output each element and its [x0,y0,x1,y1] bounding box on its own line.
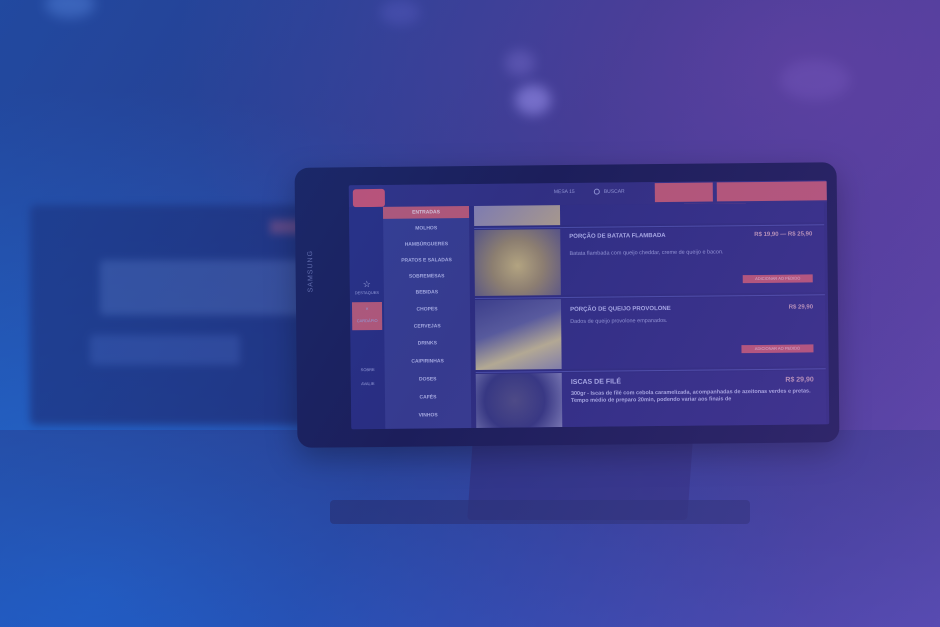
app-sidebar: ☆ DESTAQUES ✕ CARDÁPIO SOBRE AVALIE [348,206,386,430]
sidebar-item-destaques[interactable]: ☆ DESTAQUES [350,279,384,295]
search-icon [593,188,600,195]
fork-knife-icon: ✕ [365,306,369,312]
menu-item-molhos[interactable]: MOLHOS [383,225,469,232]
table-number: MESA 15 [553,188,575,196]
dish-photo [474,299,562,370]
bg-tablet-banner [100,260,310,315]
sidebar-item-label: DESTAQUES [354,289,380,296]
dish-photo [475,373,563,428]
menu-item-entradas[interactable]: ENTRADAS [382,206,470,219]
tablet-screen: MESA 15 BUSCAR ☆ DESTAQUES ✕ CARDÁPIO SO… [348,180,830,430]
dish-card-partial [473,202,825,226]
restaurant-logo[interactable] [352,188,385,208]
sidebar-item-avalie[interactable]: AVALIE [351,381,385,386]
dish-price: R$ 19,90 — R$ 25,90 [754,231,813,239]
sidebar-item-cardapio[interactable]: ✕ CARDÁPIO [351,301,383,331]
dish-card[interactable]: PORÇÃO DE QUEIJO PROVOLONE R$ 29,90 Dado… [474,296,826,370]
dish-description: 300gr - Iscas de filé com cebola caramel… [570,388,811,404]
dish-photo [473,205,561,226]
dish-price: R$ 29,90 [788,304,814,311]
sidebar-item-sobre[interactable]: SOBRE [351,367,385,372]
menu-item-hamburgueres[interactable]: HAMBÚRGUERES [383,241,469,248]
bokeh-light [780,60,850,100]
dish-photo [474,229,561,296]
dish-title: ISCAS DE FILÉ [570,378,622,386]
add-to-order-button[interactable]: ADICIONAR AO PEDIDO [741,344,814,354]
menu-item-pratos-e-saladas[interactable]: PRATOS E SALADAS [383,257,469,264]
dish-price: R$ 29,90 [785,376,814,384]
header-action-button-1[interactable] [654,182,713,203]
menu-item-drinks[interactable]: DRINKS [384,340,470,347]
menu-item-vinhos[interactable]: VINHOS [385,412,471,419]
tablet-brand: SAMSUNG [307,249,315,293]
menu-item-caipirinhas[interactable]: CAIPIRINHAS [385,358,471,365]
header-action-button-2[interactable] [716,181,827,202]
add-to-order-button[interactable]: ADICIONAR AO PEDIDO [742,274,813,284]
bokeh-light [505,50,535,76]
photo-scene: SAMSUNG MESA 15 BUSCAR ☆ DESTAQUES ✕ CAR… [0,0,940,627]
bokeh-light [45,0,95,18]
menu-item-bebidas[interactable]: BEBIDAS [384,289,470,296]
dish-description: Batata flambada com queijo cheddar, crem… [569,249,724,257]
menu-item-chopes[interactable]: CHOPES [384,306,470,313]
menu-item-sobremesas[interactable]: SOBREMESAS [384,273,470,280]
background-tablet [30,205,320,425]
search-label: BUSCAR [603,188,625,195]
bokeh-light [515,85,551,115]
dish-title: PORÇÃO DE BATATA FLAMBADA [569,232,666,240]
menu-item-doses[interactable]: DOSES [385,376,471,383]
dish-card[interactable]: PORÇÃO DE BATATA FLAMBADA R$ 19,90 — R$ … [474,226,825,296]
sidebar-item-label: CARDÁPIO [356,317,378,324]
star-icon: ☆ [362,279,371,290]
search-button[interactable]: BUSCAR [593,188,625,195]
tablet-stand-base [330,500,750,524]
wooden-table [0,430,940,627]
tablet-device: SAMSUNG MESA 15 BUSCAR ☆ DESTAQUES ✕ CAR… [294,162,840,448]
menu-item-cervejas[interactable]: CERVEJAS [384,323,470,330]
dish-card[interactable]: ISCAS DE FILÉ R$ 29,90 300gr - Iscas de … [475,370,827,428]
dish-title: PORÇÃO DE QUEIJO PROVOLONE [570,305,671,313]
bg-tablet-text [90,335,240,365]
dish-description: Dados de queijo provolone empanados. [570,317,668,325]
category-menu: ENTRADAS MOLHOS HAMBÚRGUERES PRATOS E SA… [382,206,472,429]
menu-item-cafes[interactable]: CAFÉS [385,394,471,401]
bokeh-light [380,0,420,25]
